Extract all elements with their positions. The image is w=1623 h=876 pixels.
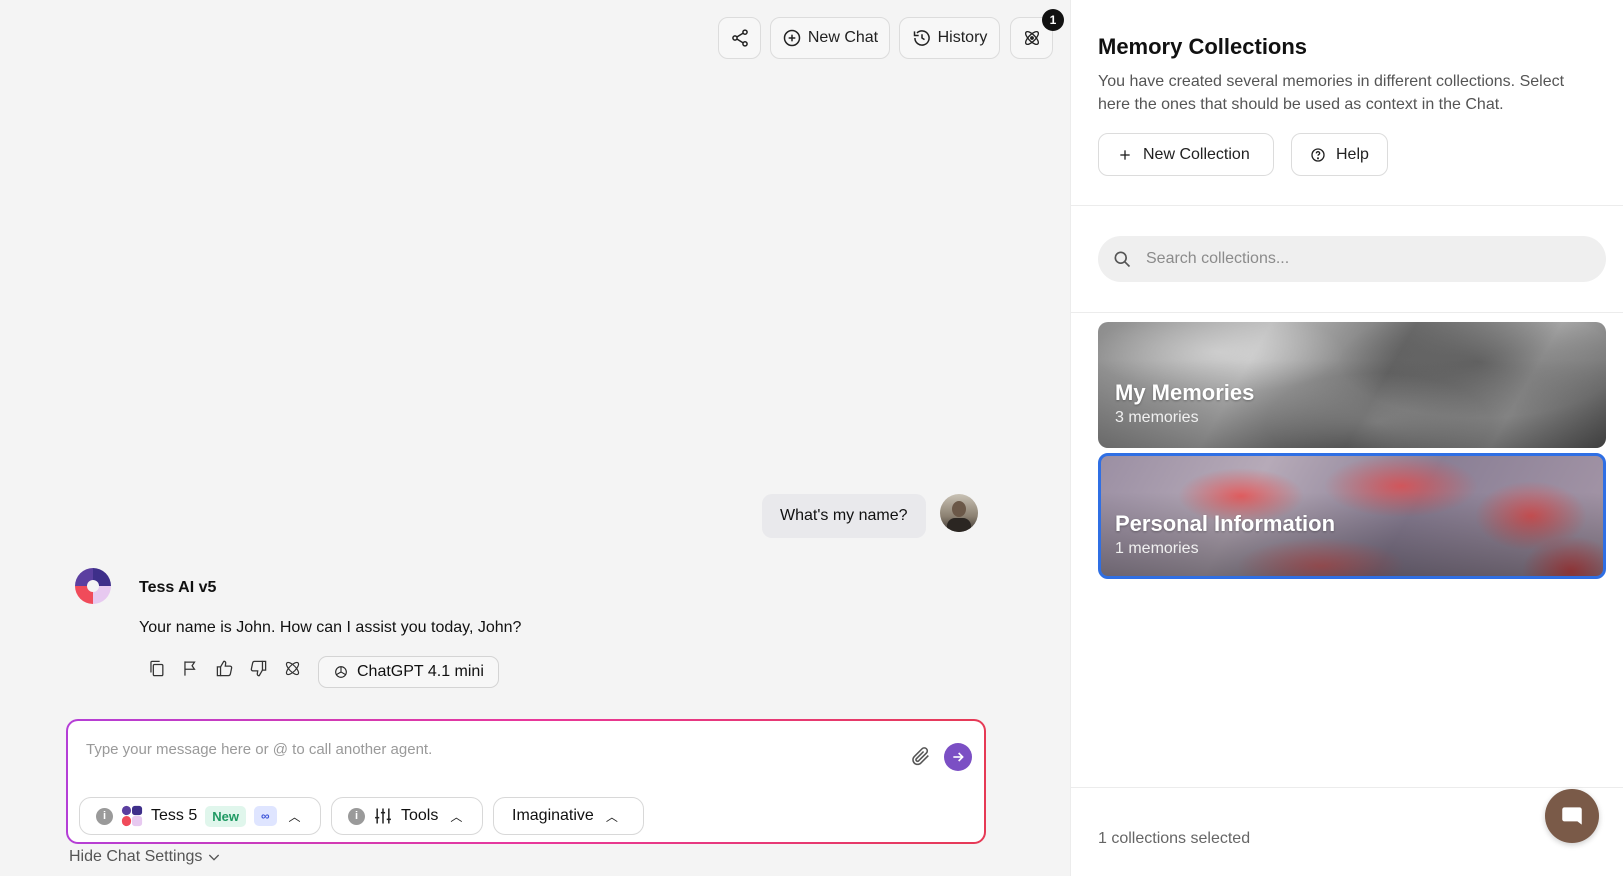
model-label: ChatGPT 4.1 mini: [357, 663, 484, 680]
thumbs-down-button[interactable]: [247, 657, 269, 679]
chevron-down-icon: [209, 854, 220, 861]
panel-title: Memory Collections: [1098, 34, 1308, 59]
divider: [1071, 312, 1623, 313]
new-collection-button[interactable]: New Collection: [1098, 133, 1274, 176]
assistant-message: Your name is John. How can I assist you …: [139, 619, 522, 636]
user-message-text: What's my name?: [780, 507, 908, 524]
collection-count: 1 memories: [1115, 540, 1199, 557]
assistant-name: Tess AI v5: [139, 579, 217, 596]
info-icon[interactable]: i: [96, 807, 113, 825]
atom-icon: [1024, 30, 1039, 46]
help-circle-icon: [1311, 147, 1325, 162]
divider: [1071, 787, 1623, 788]
share-icon: [731, 29, 748, 47]
thumbs-up-button[interactable]: [213, 657, 235, 679]
collection-count: 3 memories: [1115, 409, 1199, 426]
info-icon[interactable]: i: [348, 807, 365, 825]
new-chat-button[interactable]: New Chat: [770, 17, 890, 59]
notification-badge: 1: [1042, 9, 1064, 31]
memory-collections-panel: Memory Collections You have created seve…: [1070, 0, 1623, 876]
copy-icon: [149, 660, 163, 676]
thumbs-down-icon: [250, 660, 266, 676]
mode-selector[interactable]: Imaginative ︿: [493, 797, 644, 835]
history-button[interactable]: History: [899, 17, 1000, 59]
new-badge: New: [205, 805, 246, 827]
chat-area: New Chat History 1 What's my name? Tess …: [0, 0, 1070, 876]
send-button[interactable]: [944, 743, 972, 771]
plus-circle-icon: [783, 29, 801, 47]
openai-icon: [335, 666, 347, 678]
new-collection-label: New Collection: [1143, 145, 1250, 163]
flag-icon: [183, 660, 196, 676]
atom-icon: [285, 661, 299, 675]
paperclip-icon[interactable]: [910, 745, 932, 767]
plus-icon: [1120, 149, 1130, 160]
collection-card-personal-information[interactable]: Personal Information 1 memories: [1098, 453, 1606, 579]
selected-count: 1 collections selected: [1098, 830, 1251, 847]
user-message-bubble: What's my name?: [762, 494, 926, 538]
message-input[interactable]: [86, 741, 866, 758]
new-chat-label: New Chat: [807, 29, 879, 46]
help-label: Help: [1336, 145, 1369, 163]
model-selector[interactable]: ChatGPT 4.1 mini: [318, 656, 499, 688]
history-icon: [913, 30, 930, 46]
divider: [1071, 205, 1623, 206]
collection-card-my-memories[interactable]: My Memories 3 memories: [1098, 322, 1606, 448]
tools-label: Tools: [401, 807, 439, 824]
mode-label: Imaginative: [512, 807, 594, 824]
collections-search: [1098, 236, 1606, 282]
save-memory-button[interactable]: [281, 657, 303, 679]
chevron-up-icon: ︿: [288, 809, 301, 824]
tools-selector[interactable]: i Tools ︿: [331, 797, 483, 835]
copy-button[interactable]: [145, 657, 167, 679]
tess-logo-icon: [74, 567, 112, 605]
tess-logo-icon: [121, 805, 143, 827]
search-icon: [1114, 251, 1131, 268]
hide-settings-label: Hide Chat Settings: [69, 848, 203, 865]
share-button[interactable]: [718, 17, 761, 59]
history-label: History: [937, 29, 988, 46]
thumbs-up-icon: [216, 660, 232, 676]
help-button[interactable]: Help: [1291, 133, 1388, 176]
memory-collections-button[interactable]: 1: [1010, 9, 1064, 59]
message-actions: [145, 657, 303, 679]
search-input[interactable]: [1146, 250, 1566, 268]
chat-bubble-icon: [1562, 807, 1582, 825]
user-avatar: [940, 494, 978, 532]
collection-name: Personal Information: [1115, 511, 1336, 536]
agent-label: Tess 5: [151, 807, 198, 824]
collection-name: My Memories: [1115, 380, 1255, 405]
message-composer: i Tess 5 New ∞ ︿ i Tools ︿: [66, 719, 986, 844]
chevron-up-icon: ︿: [450, 809, 463, 824]
panel-description: You have created several memories in dif…: [1098, 73, 1565, 113]
unlimited-badge: ∞: [253, 806, 277, 826]
sliders-icon: [375, 808, 391, 824]
agent-selector[interactable]: i Tess 5 New ∞ ︿: [79, 797, 321, 835]
flag-button[interactable]: [179, 657, 201, 679]
support-chat-button[interactable]: [1545, 789, 1599, 843]
chevron-up-icon: ︿: [605, 809, 618, 824]
hide-chat-settings-toggle[interactable]: Hide Chat Settings: [69, 848, 222, 866]
arrow-right-icon: [953, 752, 964, 762]
